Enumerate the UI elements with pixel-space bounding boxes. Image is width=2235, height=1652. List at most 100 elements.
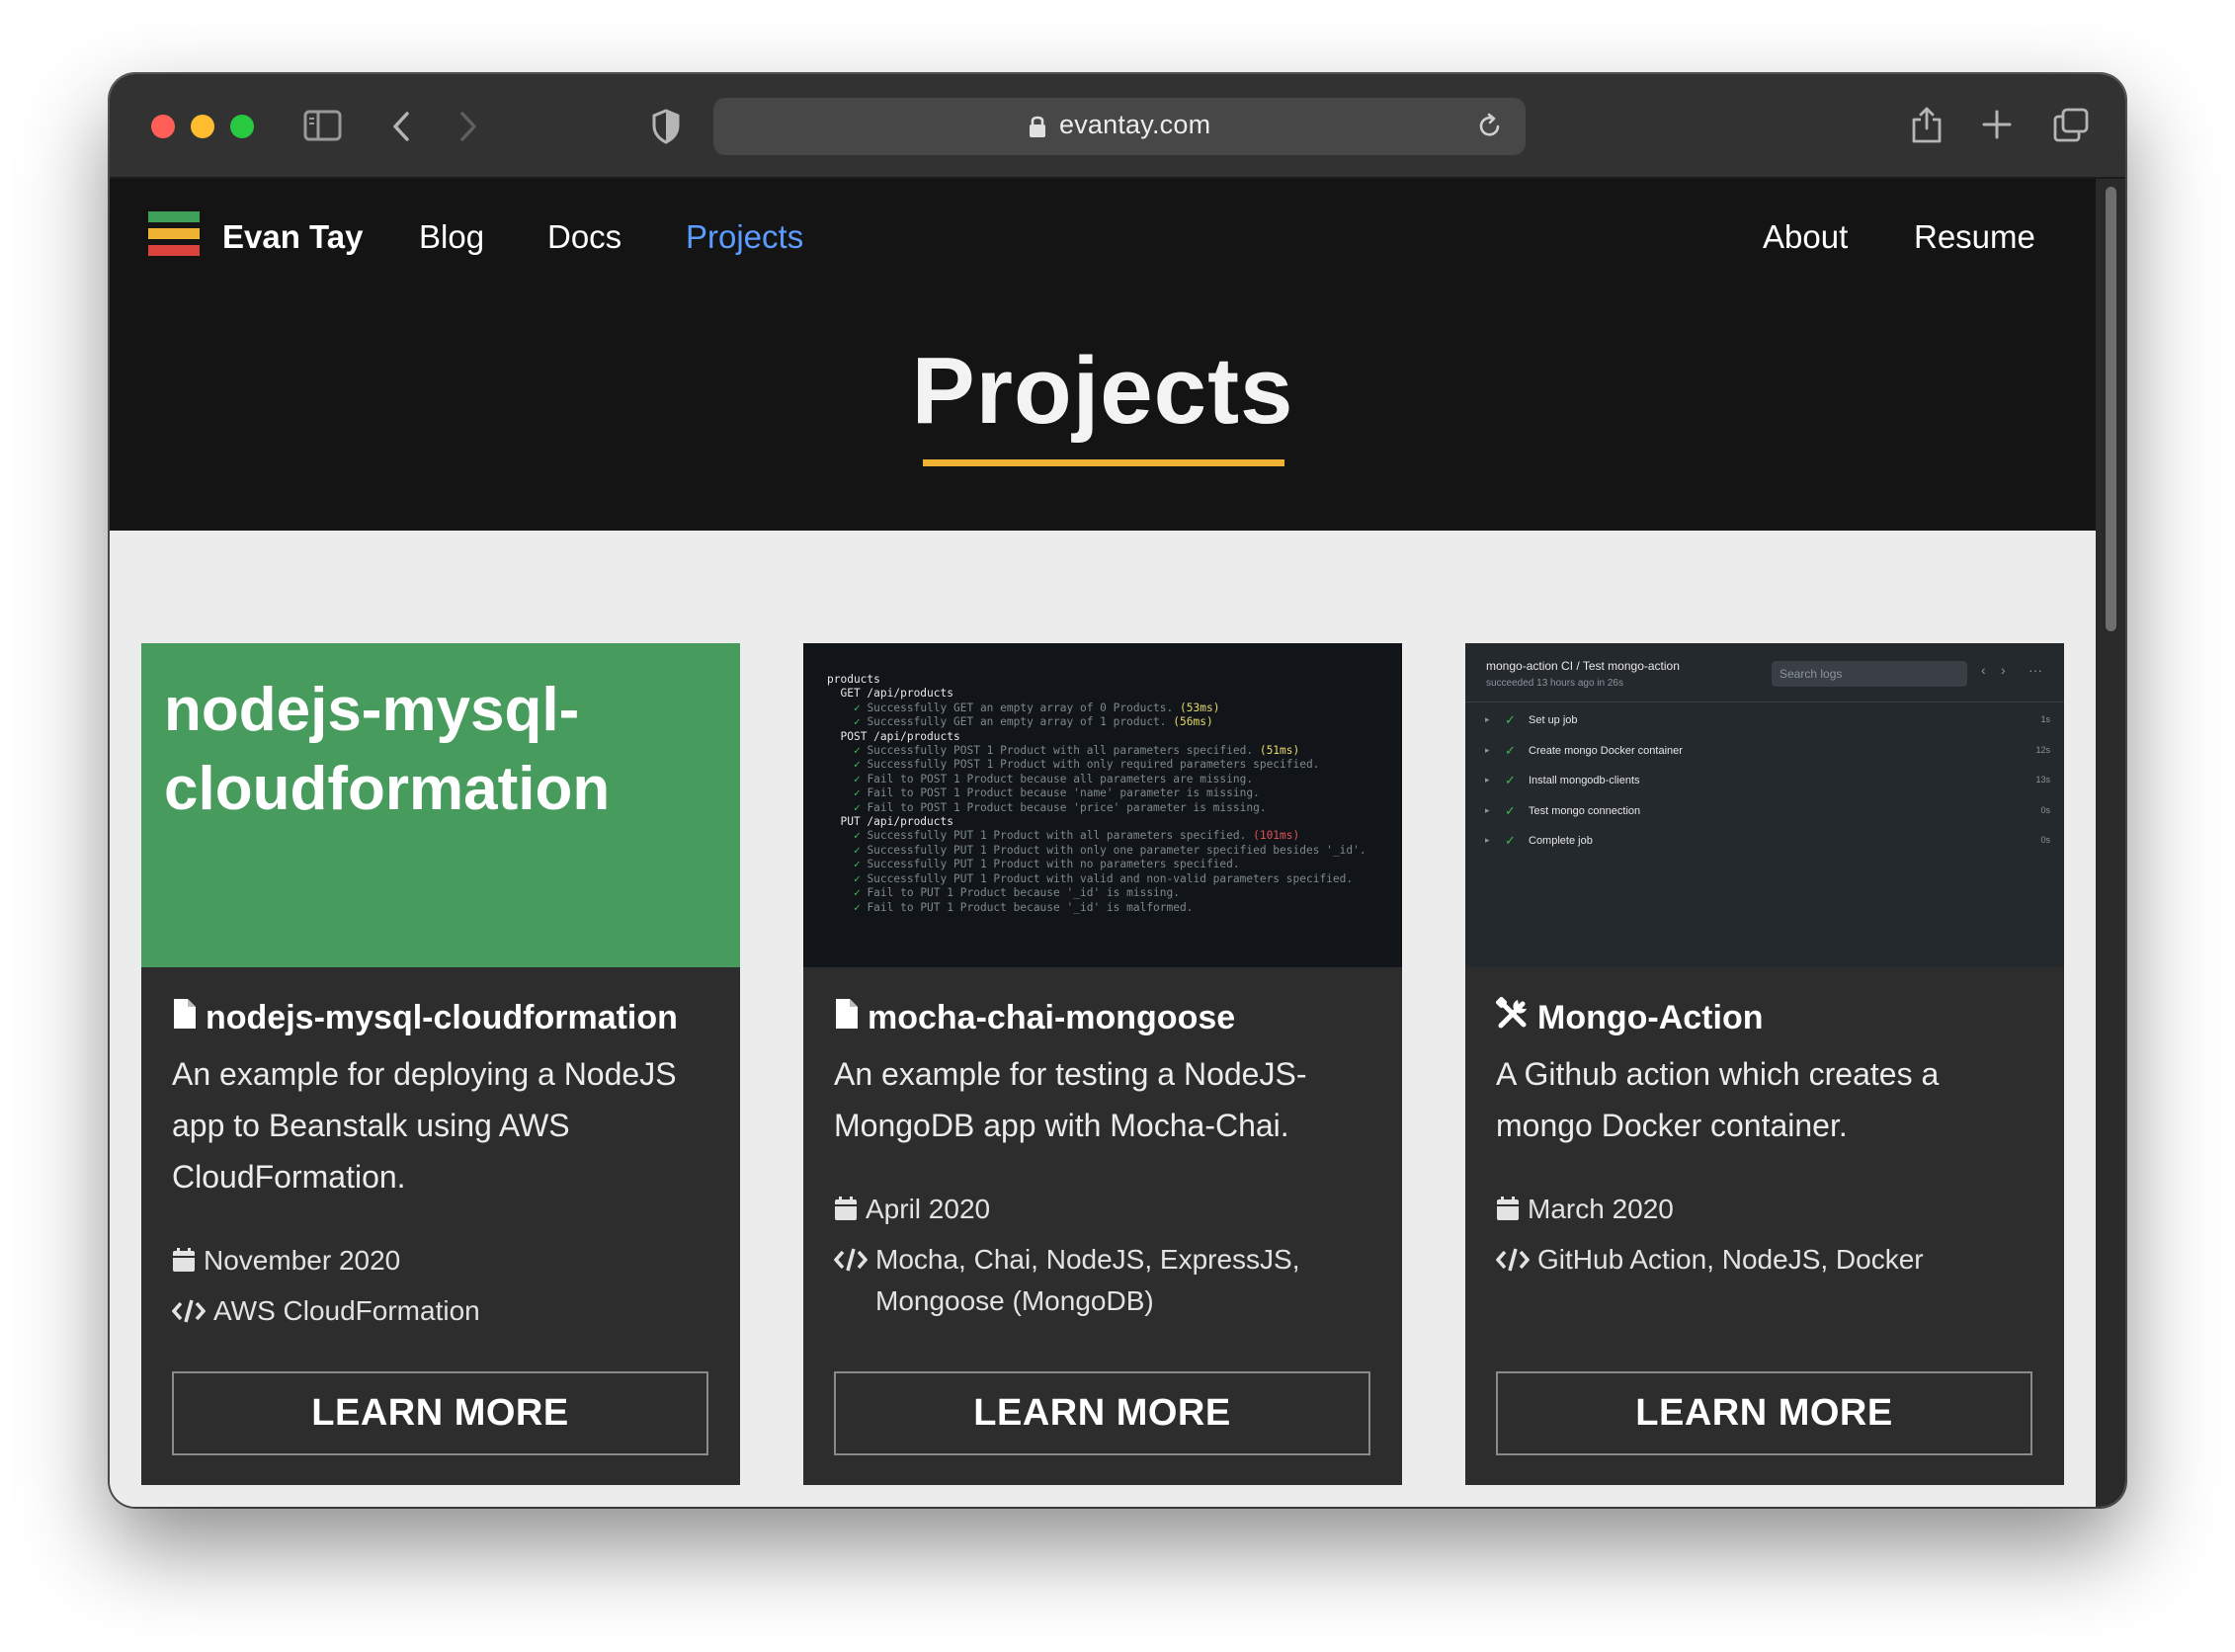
step-duration: 0s: [2040, 835, 2050, 845]
actions-step: ▸ ✓ Create mongo Docker container 12s: [1465, 737, 2064, 768]
learn-more-button[interactable]: LEARN MORE: [1496, 1371, 2032, 1455]
terminal-line: ✓ Successfully PUT 1 Product with no par…: [853, 858, 1240, 871]
card-image[interactable]: products GET /api/products ✓ Successfull…: [803, 643, 1402, 967]
chevron-left-icon: ‹: [1981, 662, 1986, 678]
learn-more-button[interactable]: LEARN MORE: [834, 1371, 1370, 1455]
terminal-line: ✓ Fail to POST 1 Product because 'price'…: [853, 800, 1267, 814]
card-date-text: November 2020: [204, 1245, 401, 1276]
nav-link-blog[interactable]: Blog: [419, 218, 484, 256]
card-image-title: nodejs-mysql-cloudformation: [164, 676, 611, 823]
more-options-icon: ···: [2028, 662, 2042, 678]
file-icon: [172, 997, 198, 1039]
browser-window: evantay.com Evan Tay Blog Docs Projects: [110, 74, 2125, 1507]
card-tech-text: GitHub Action, NodeJS, Docker: [1537, 1244, 1924, 1275]
page-title: Projects: [911, 338, 1294, 444]
card-title-text: mocha-chai-mongoose: [868, 999, 1236, 1036]
caret-right-icon: ▸: [1485, 804, 1490, 815]
card-date: April 2020: [834, 1189, 990, 1237]
privacy-shield-icon[interactable]: [651, 109, 681, 144]
page-scrollbar[interactable]: [2096, 179, 2125, 1507]
brand-link[interactable]: Evan Tay: [222, 218, 363, 256]
check-icon: ✓: [1505, 773, 1516, 787]
terminal-line: ✓ Fail to PUT 1 Product because '_id' is…: [853, 900, 1194, 914]
back-chevron-icon[interactable]: [389, 110, 413, 143]
file-icon: [834, 997, 860, 1039]
reload-icon[interactable]: [1476, 112, 1504, 146]
terminal-line: ✓ Successfully POST 1 Product with only …: [853, 758, 1320, 772]
zoom-window-button[interactable]: [230, 115, 254, 138]
page-viewport: Evan Tay Blog Docs Projects About Resume…: [110, 179, 2125, 1507]
terminal-line: ✓ Successfully GET an empty array of 1 p…: [853, 715, 1213, 729]
step-label: Test mongo connection: [1529, 804, 1641, 817]
card-tech: AWS CloudFormation: [171, 1290, 480, 1339]
caret-right-icon: ▸: [1485, 835, 1490, 845]
tools-icon: [1495, 996, 1530, 1039]
logo-bar-yellow: [148, 228, 200, 239]
terminal-line: products: [827, 673, 880, 686]
check-icon: ✓: [1505, 802, 1516, 818]
nav-link-resume[interactable]: Resume: [1914, 218, 2035, 256]
actions-step: ▸ ✓ Test mongo connection 0s: [1465, 797, 2064, 828]
code-icon: [833, 1239, 869, 1287]
card-image[interactable]: mongo-action CI / Test mongo-action succ…: [1465, 643, 2064, 967]
card-date: March 2020: [1496, 1189, 1674, 1237]
share-icon[interactable]: [1910, 104, 1944, 145]
card-title[interactable]: mocha-chai-mongoose: [834, 997, 1235, 1039]
card-title[interactable]: nodejs-mysql-cloudformation: [172, 997, 678, 1039]
step-duration: 1s: [2040, 714, 2050, 724]
card-description: An example for deploying a NodeJS app to…: [172, 1056, 677, 1195]
logo-bar-red: [148, 245, 200, 256]
card-date-text: April 2020: [866, 1194, 991, 1224]
actions-log-header: mongo-action CI / Test mongo-action succ…: [1465, 643, 2064, 702]
terminal-line: GET /api/products: [840, 687, 953, 701]
site-header: Evan Tay Blog Docs Projects About Resume…: [110, 179, 2096, 531]
actions-log-subtitle: succeeded 13 hours ago in 26s: [1486, 678, 1623, 689]
card-tech-text: Mocha, Chai, NodeJS, ExpressJS, Mongoose…: [875, 1244, 1300, 1316]
calendar-icon: [172, 1240, 196, 1288]
terminal-line: ✓ Fail to POST 1 Product because 'name' …: [853, 786, 1260, 800]
step-label: Complete job: [1529, 835, 1593, 847]
card-title-text: Mongo-Action: [1537, 999, 1764, 1036]
project-card: mongo-action CI / Test mongo-action succ…: [1465, 643, 2064, 1485]
card-description: An example for testing a NodeJS-MongoDB …: [834, 1056, 1307, 1143]
step-duration: 12s: [2035, 744, 2050, 755]
card-date: November 2020: [172, 1240, 400, 1288]
terminal-line: ✓ Fail to PUT 1 Product because '_id' is…: [853, 886, 1181, 900]
card-title[interactable]: Mongo-Action: [1495, 996, 1764, 1039]
step-label: Install mongodb-clients: [1529, 775, 1640, 786]
new-tab-plus-icon[interactable]: [1982, 110, 2012, 139]
learn-more-button[interactable]: LEARN MORE: [172, 1371, 708, 1455]
actions-step: ▸ ✓ Set up job 1s: [1465, 706, 2064, 737]
tab-overview-icon[interactable]: [2052, 108, 2090, 143]
site-logo[interactable]: [148, 211, 200, 263]
address-bar[interactable]: evantay.com: [713, 98, 1526, 155]
minimize-window-button[interactable]: [191, 115, 214, 138]
terminal-output: products GET /api/products ✓ Successfull…: [827, 673, 1366, 915]
sidebar-toggle-icon[interactable]: [303, 109, 343, 142]
step-duration: 13s: [2035, 775, 2050, 785]
step-duration: 0s: [2040, 804, 2050, 815]
nav-link-about[interactable]: About: [1763, 218, 1848, 256]
card-tech: GitHub Action, NodeJS, Docker: [1495, 1239, 1924, 1287]
card-image[interactable]: nodejs-mysql-cloudformation: [141, 643, 740, 967]
terminal-line: ✓ Successfully PUT 1 Product with all pa…: [853, 829, 1300, 843]
logo-bar-green: [148, 211, 200, 222]
check-icon: ✓: [1505, 742, 1516, 758]
scrollbar-thumb[interactable]: [2106, 187, 2116, 631]
actions-log-title: mongo-action CI / Test mongo-action: [1486, 659, 1680, 673]
project-card: nodejs-mysql-cloudformation nodejs-mysql…: [141, 643, 740, 1485]
caret-right-icon: ▸: [1485, 744, 1490, 755]
step-label: Set up job: [1529, 714, 1578, 726]
nav-link-projects[interactable]: Projects: [686, 218, 803, 256]
close-window-button[interactable]: [151, 115, 175, 138]
terminal-line: ✓ Successfully GET an empty array of 0 P…: [853, 701, 1220, 714]
card-title-text: nodejs-mysql-cloudformation: [206, 999, 678, 1036]
nav-link-docs[interactable]: Docs: [547, 218, 621, 256]
card-description: A Github action which creates a mongo Do…: [1496, 1056, 1940, 1143]
title-underline: [923, 459, 1284, 466]
address-url: evantay.com: [1059, 110, 1211, 139]
forward-chevron-icon[interactable]: [456, 110, 480, 143]
terminal-line: ✓ Successfully POST 1 Product with all p…: [853, 744, 1300, 758]
calendar-icon: [834, 1189, 858, 1237]
terminal-line: ✓ Successfully PUT 1 Product with valid …: [853, 871, 1354, 885]
